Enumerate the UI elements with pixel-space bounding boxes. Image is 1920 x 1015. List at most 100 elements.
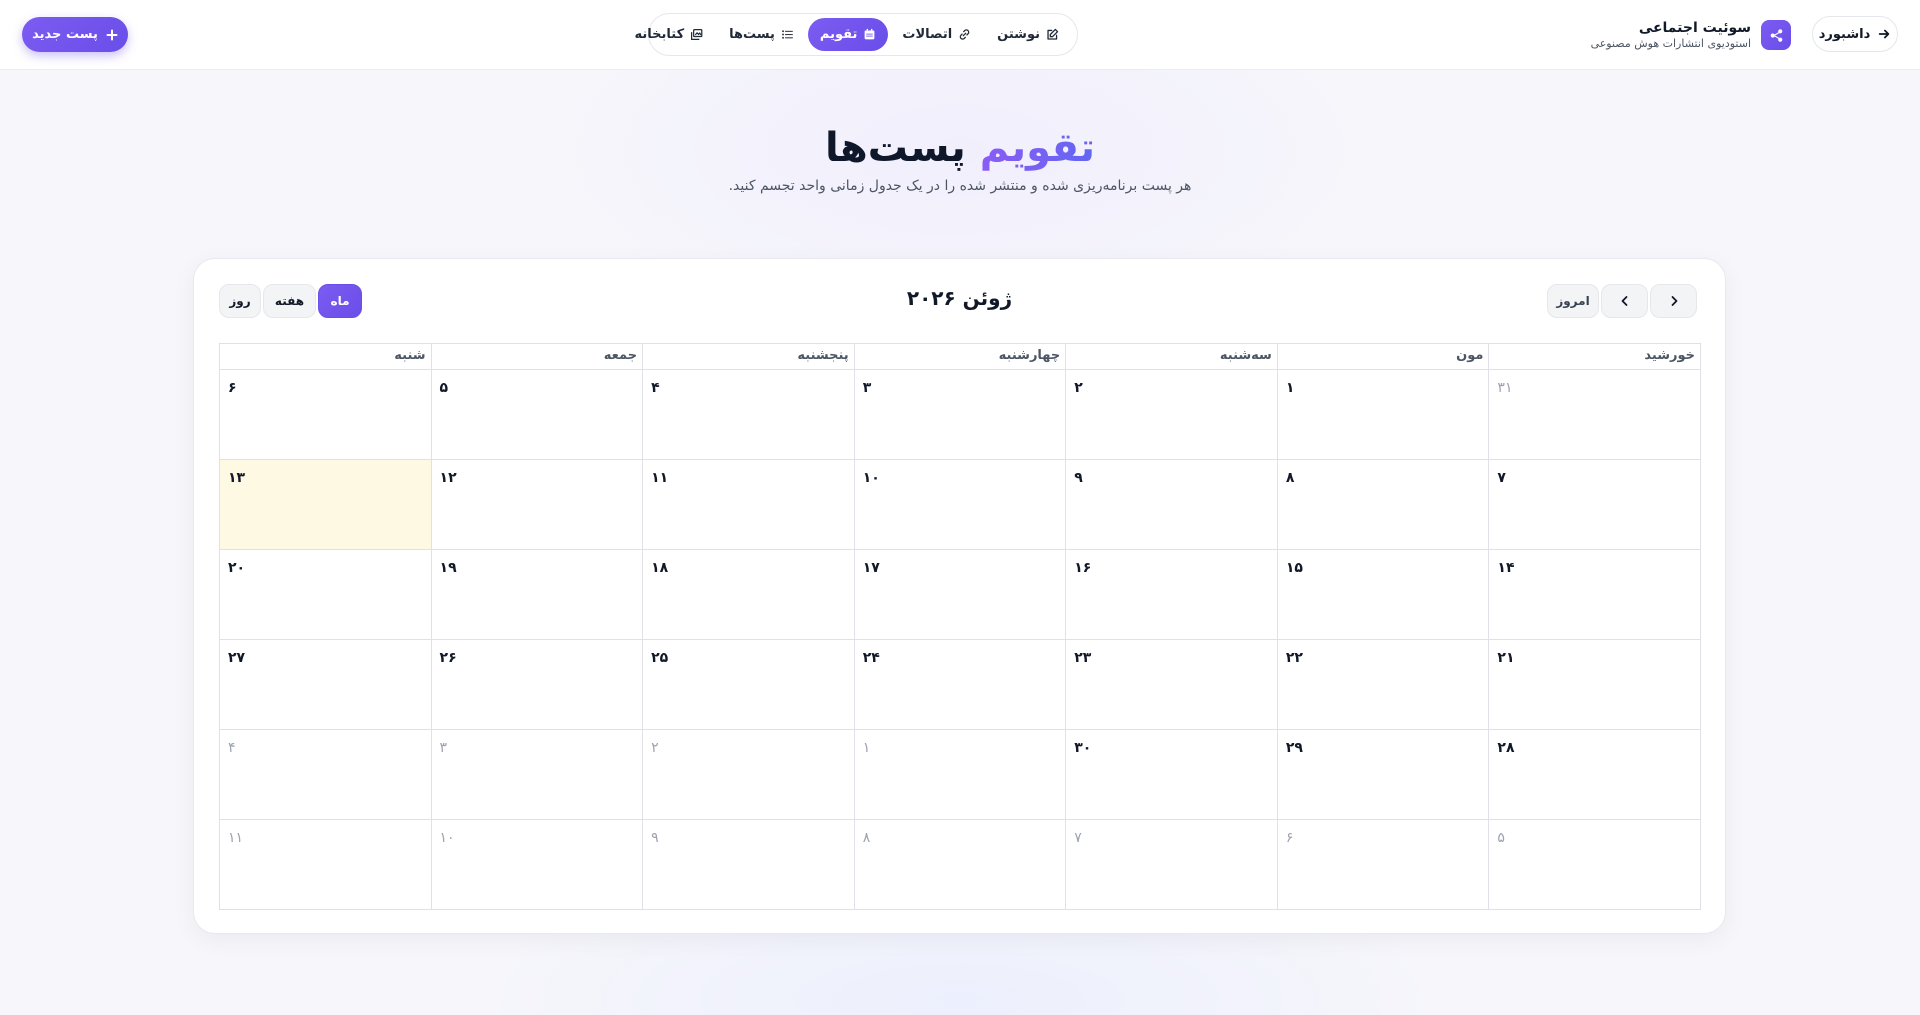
day-cell[interactable]: ۵ <box>431 370 644 460</box>
day-number: ۲۳ <box>1074 650 1092 666</box>
plus-icon <box>106 29 118 40</box>
week-row: ۱۴ ۱۵ ۱۶ ۱۷ ۱۸ ۱۹ ۲۰ <box>219 550 1701 640</box>
day-number: ۸ <box>862 830 871 846</box>
day-number: ۱۳ <box>227 470 246 486</box>
day-cell[interactable]: ۷ <box>1066 820 1278 910</box>
arrow-right-icon <box>1879 29 1890 39</box>
nav-item-library[interactable]: کتابخانه <box>622 18 715 51</box>
day-cell[interactable]: ۲۴ <box>854 640 1067 730</box>
page-subtitle: هر پست برنامه‌ریزی شده و منتشر شده را در… <box>728 178 1192 194</box>
dashboard-label: داشبورد <box>1818 26 1871 42</box>
day-number: ۲۹ <box>1285 740 1303 756</box>
day-cell-today[interactable]: ۱۳ <box>219 460 432 550</box>
day-cell[interactable]: ۲ <box>643 730 855 820</box>
day-cell[interactable]: ۳ <box>431 730 644 820</box>
day-number: ۴ <box>651 380 660 396</box>
brand-subtitle: استودیوی انتشارات هوش مصنوعی <box>1590 37 1751 50</box>
view-week-button[interactable]: هفته <box>263 284 316 318</box>
day-number: ۱۸ <box>651 560 669 576</box>
dashboard-button[interactable]: داشبورد <box>1812 16 1898 52</box>
day-cell[interactable]: ۶ <box>219 370 432 460</box>
nav-item-connections[interactable]: اتصالات <box>890 18 983 51</box>
edit-icon <box>1047 28 1059 40</box>
day-cell[interactable]: ۵ <box>1489 820 1701 910</box>
nav-item-write[interactable]: نوشتن <box>985 18 1071 51</box>
day-number: ۱ <box>862 740 871 756</box>
day-cell[interactable]: ۳ <box>854 370 1067 460</box>
day-cell[interactable]: ۱۶ <box>1066 550 1278 640</box>
day-cell[interactable]: ۲۵ <box>643 640 855 730</box>
day-cell[interactable]: ۸ <box>854 820 1067 910</box>
day-cell[interactable]: ۳۱ <box>1489 370 1701 460</box>
day-number: ۱۷ <box>862 560 880 576</box>
day-cell[interactable]: ۱ <box>854 730 1067 820</box>
view-day-button[interactable]: روز <box>219 284 261 318</box>
day-cell[interactable]: ۱۴ <box>1489 550 1701 640</box>
weekday-header: مون <box>1277 344 1490 370</box>
view-month-button[interactable]: ماه <box>318 284 362 318</box>
day-cell[interactable]: ۲۷ <box>219 640 432 730</box>
nav-item-calendar[interactable]: تقویم <box>807 18 889 51</box>
day-cell[interactable]: ۱ <box>1277 370 1490 460</box>
day-number: ۵ <box>439 380 449 396</box>
day-cell[interactable]: ۳۰ <box>1066 730 1278 820</box>
day-number: ۳۱ <box>1497 380 1513 396</box>
main-nav: نوشتن اتصالات تقویم پست‌ها کتابخانه <box>634 13 1078 56</box>
day-cell[interactable]: ۱۱ <box>643 460 855 550</box>
day-cell[interactable]: ۱۰ <box>431 820 644 910</box>
day-cell[interactable]: ۸ <box>1277 460 1490 550</box>
day-cell[interactable]: ۱۱ <box>219 820 432 910</box>
day-cell[interactable]: ۲۲ <box>1277 640 1490 730</box>
day-cell[interactable]: ۱۸ <box>643 550 855 640</box>
day-number: ۳ <box>439 740 448 756</box>
day-number: ۶ <box>227 380 237 396</box>
calendar-grid: خورشید مون سه‌شنبه چهارشنبه پنجشنبه جمعه… <box>219 343 1701 910</box>
nav-item-posts[interactable]: پست‌ها <box>717 18 806 51</box>
day-number: ۲۵ <box>651 650 669 666</box>
day-cell[interactable]: ۴ <box>219 730 432 820</box>
new-post-button[interactable]: پست جدید <box>22 17 128 52</box>
day-number: ۱۱ <box>227 830 243 846</box>
day-cell[interactable]: ۶ <box>1277 820 1490 910</box>
day-cell[interactable]: ۴ <box>643 370 855 460</box>
nav-label: تقویم <box>819 27 858 42</box>
day-cell[interactable]: ۱۰ <box>854 460 1067 550</box>
day-number: ۵ <box>1497 830 1505 846</box>
nav-label: پست‌ها <box>729 27 775 42</box>
day-number: ۲۶ <box>439 650 457 666</box>
day-cell[interactable]: ۲۰ <box>219 550 432 640</box>
week-row: ۳۱ ۱ ۲ ۳ ۴ ۵ ۶ <box>219 370 1701 460</box>
day-cell[interactable]: ۱۷ <box>854 550 1067 640</box>
nav-label: کتابخانه <box>634 27 685 42</box>
day-number: ۲۷ <box>227 650 246 666</box>
day-cell[interactable]: ۹ <box>643 820 855 910</box>
page-title: تقویم پست‌ها <box>0 122 1920 174</box>
week-row: ۲۱ ۲۲ ۲۳ ۲۴ ۲۵ ۲۶ ۲۷ <box>219 640 1701 730</box>
day-cell[interactable]: ۱۹ <box>431 550 644 640</box>
day-number: ۱۰ <box>439 830 455 846</box>
day-cell[interactable]: ۲۶ <box>431 640 644 730</box>
day-number: ۱۲ <box>439 470 457 486</box>
day-number: ۷ <box>1074 830 1082 846</box>
weekday-header: سه‌شنبه <box>1066 344 1278 370</box>
weekday-header: چهارشنبه <box>854 344 1067 370</box>
day-cell[interactable]: ۹ <box>1066 460 1278 550</box>
day-cell[interactable]: ۱۲ <box>431 460 644 550</box>
nav-label: اتصالات <box>902 27 953 42</box>
day-cell[interactable]: ۲۸ <box>1489 730 1701 820</box>
day-number: ۱۱ <box>651 470 669 486</box>
day-cell[interactable]: ۱۵ <box>1277 550 1490 640</box>
calendar-weeks: ۳۱ ۱ ۲ ۳ ۴ ۵ ۶ ۷ ۸ ۹ ۱۰ ۱۱ ۱۲ ۱۳ ۱۴ ۱۵ ۱۶ ۱۷ ۱۸ ۱۹ ۲۰ ۲۱ ۲۲ ۲۳ ۲… <box>219 370 1701 910</box>
day-cell[interactable]: ۲ <box>1066 370 1278 460</box>
calendar-card: امروز ژوئن ۲۰۲۶ ماه هفته روز خورشید مون … <box>193 258 1726 934</box>
day-number: ۴ <box>227 740 236 756</box>
nav-label: نوشتن <box>997 27 1040 42</box>
brand-title: سوئیت اجتماعی <box>1638 20 1751 36</box>
day-cell[interactable]: ۲۹ <box>1277 730 1490 820</box>
day-number: ۸ <box>1285 470 1295 486</box>
day-cell[interactable]: ۲۱ <box>1489 640 1701 730</box>
day-number: ۹ <box>1074 470 1083 486</box>
day-cell[interactable]: ۷ <box>1489 460 1701 550</box>
day-number: ۲۱ <box>1497 650 1515 666</box>
day-cell[interactable]: ۲۳ <box>1066 640 1278 730</box>
